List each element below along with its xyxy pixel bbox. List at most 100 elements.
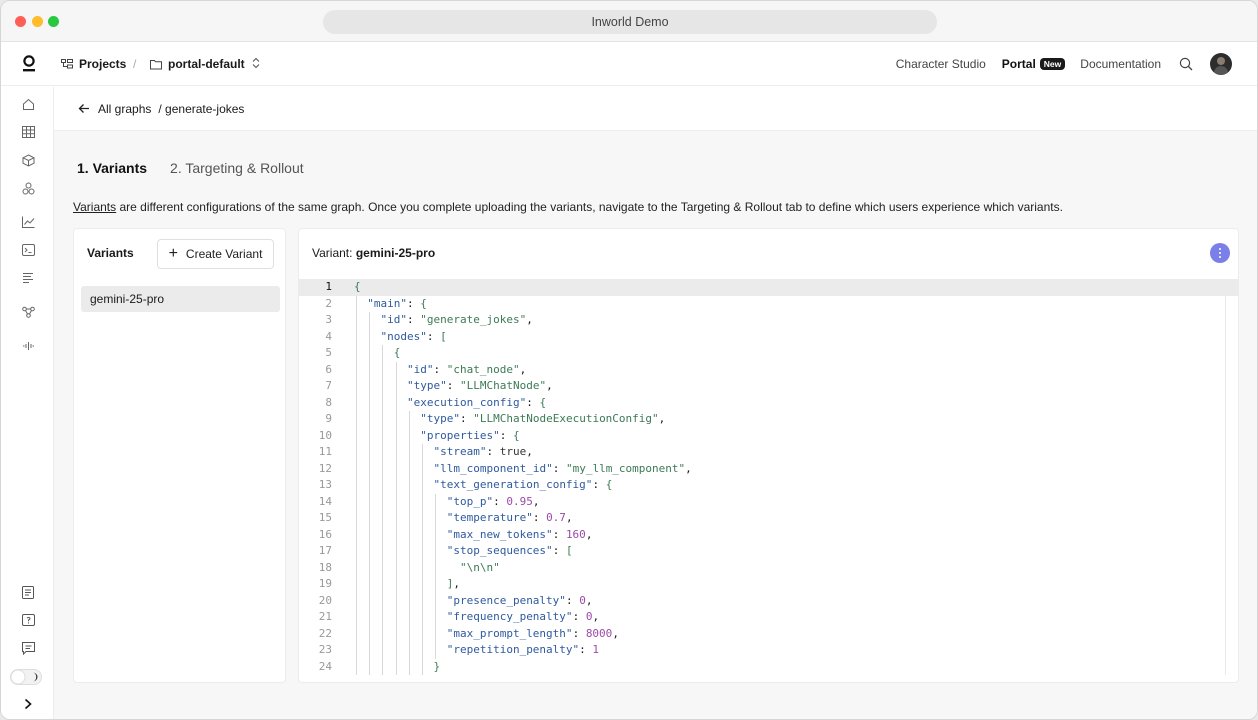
code-line[interactable]: 4 "nodes": [ [299, 329, 1238, 346]
code-text: } [433, 659, 441, 673]
variants-panel: Variants + Create Variant gemini-25-pro [73, 228, 286, 683]
code-line[interactable]: 21 "frequency_penalty": 0, [299, 609, 1238, 626]
projects-link[interactable]: Projects [61, 42, 126, 86]
code-line[interactable]: 17 "stop_sequences": [ [299, 543, 1238, 560]
code-line[interactable]: 22 "max_prompt_length": 8000, [299, 626, 1238, 643]
tab-variants[interactable]: 1. Variants [77, 160, 147, 176]
line-number: 2 [325, 296, 332, 310]
code-line[interactable]: 16 "max_new_tokens": 160, [299, 527, 1238, 544]
chevron-right-icon[interactable] [21, 697, 35, 711]
code-line[interactable]: 7 "type": "LLMChatNode", [299, 378, 1238, 395]
code-text: { [393, 346, 401, 359]
line-number: 8 [325, 395, 332, 409]
code-line[interactable]: 15 "temperature": 0.7, [299, 510, 1238, 527]
tab-targeting-rollout[interactable]: 2. Targeting & Rollout [170, 160, 304, 176]
tab-bar: 1. Variants 2. Targeting & Rollout [77, 160, 327, 176]
user-avatar[interactable] [1210, 53, 1232, 75]
line-number: 14 [318, 494, 332, 508]
indent-guide [422, 444, 424, 675]
variant-list-item[interactable]: gemini-25-pro [81, 286, 280, 312]
code-line[interactable]: 24 } [299, 659, 1238, 676]
code-line[interactable]: 19 ], [299, 576, 1238, 593]
description-text: are different configurations of the same… [116, 200, 1063, 214]
documentation-link[interactable]: Documentation [1080, 57, 1161, 71]
indent-guide [382, 345, 384, 675]
variants-doc-link[interactable]: Variants [73, 200, 116, 214]
variants-panel-title: Variants [87, 246, 134, 260]
search-icon[interactable] [1179, 57, 1193, 71]
code-line[interactable]: 8 "execution_config": { [299, 395, 1238, 412]
minimize-window-button[interactable] [32, 16, 43, 27]
help-icon[interactable] [21, 613, 35, 627]
code-text: "id": "generate_jokes", [380, 313, 533, 326]
line-number: 20 [318, 593, 332, 607]
shapes-icon[interactable] [21, 181, 35, 195]
line-number: 24 [318, 659, 332, 673]
feedback-icon[interactable] [21, 641, 35, 655]
top-navigation: Projects / portal-default Character Stud… [1, 42, 1257, 86]
code-line[interactable]: 6 "id": "chat_node", [299, 362, 1238, 379]
code-text: "type": "LLMChatNodeExecutionConfig", [420, 412, 666, 425]
create-variant-button[interactable]: + Create Variant [157, 239, 274, 269]
code-line[interactable]: 1{ [299, 279, 1238, 296]
code-editor[interactable]: 1{2 "main": {3 "id": "generate_jokes", 4 … [299, 279, 1238, 676]
code-text: "temperature": 0.7, [446, 511, 573, 524]
create-variant-label: Create Variant [185, 247, 263, 261]
maximize-window-button[interactable] [48, 16, 59, 27]
document-icon[interactable] [21, 585, 35, 599]
line-number: 10 [318, 428, 332, 442]
all-graphs-link[interactable]: All graphs [98, 102, 151, 116]
address-bar[interactable]: Inworld Demo [323, 10, 937, 34]
analytics-icon[interactable] [21, 215, 35, 229]
code-text: "presence_penalty": 0, [446, 593, 593, 607]
waveform-icon[interactable] [21, 339, 35, 353]
home-icon[interactable] [21, 97, 35, 111]
variant-name: gemini-25-pro [355, 246, 436, 260]
code-text: "\n\n" [459, 560, 500, 574]
line-number: 18 [318, 560, 332, 574]
code-text: "text_generation_config": { [433, 478, 613, 491]
code-line[interactable]: 23 "repetition_penalty": 1 [299, 642, 1238, 659]
code-text: "llm_component_id": "my_llm_component", [433, 461, 692, 475]
table-icon[interactable] [21, 125, 35, 139]
portal-link[interactable]: Portal New [1002, 57, 1066, 71]
main-content: All graphs / generate-jokes 1. Variants … [54, 87, 1257, 719]
character-studio-link[interactable]: Character Studio [896, 57, 986, 71]
indent-guide [356, 295, 357, 675]
more-options-icon[interactable] [1210, 243, 1230, 263]
project-name: portal-default [168, 57, 245, 71]
breadcrumb: All graphs / generate-jokes [54, 87, 1257, 131]
code-text: "frequency_penalty": 0, [446, 610, 600, 623]
code-line[interactable]: 3 "id": "generate_jokes", [299, 312, 1238, 329]
graph-icon[interactable] [21, 305, 35, 319]
code-text: "stop_sequences": [ [446, 544, 573, 557]
code-line[interactable]: 5 { [299, 345, 1238, 362]
line-number: 16 [318, 527, 332, 541]
close-window-button[interactable] [15, 16, 26, 27]
code-line[interactable]: 2 "main": { [299, 296, 1238, 313]
arrow-left-icon[interactable] [78, 103, 90, 114]
code-line[interactable]: 9 "type": "LLMChatNodeExecutionConfig", [299, 411, 1238, 428]
code-line[interactable]: 14 "top_p": 0.95, [299, 494, 1238, 511]
inworld-logo-icon[interactable] [22, 55, 36, 73]
chevron-up-down-icon [252, 57, 260, 72]
indent-guide [369, 312, 371, 675]
app-window: Inworld Demo Projects / portal-default C… [0, 0, 1258, 720]
code-line[interactable]: 13 "text_generation_config": { [299, 477, 1238, 494]
project-selector[interactable]: portal-default [150, 42, 260, 86]
editor-scrollbar[interactable] [1225, 295, 1226, 675]
code-line[interactable]: 10 "properties": { [299, 428, 1238, 445]
theme-toggle[interactable] [10, 669, 42, 685]
projects-icon [61, 58, 73, 70]
terminal-icon[interactable] [21, 243, 35, 257]
line-number: 22 [318, 626, 332, 640]
code-line[interactable]: 20 "presence_penalty": 0, [299, 593, 1238, 610]
breadcrumb-separator: / [133, 57, 137, 71]
code-line[interactable]: 11 "stream": true, [299, 444, 1238, 461]
code-line[interactable]: 12 "llm_component_id": "my_llm_component… [299, 461, 1238, 478]
list-icon[interactable] [21, 271, 35, 285]
indent-guide [395, 361, 397, 675]
code-text: "nodes": [ [380, 329, 447, 343]
cube-icon[interactable] [21, 153, 35, 167]
code-line[interactable]: 18 "\n\n" [299, 560, 1238, 577]
